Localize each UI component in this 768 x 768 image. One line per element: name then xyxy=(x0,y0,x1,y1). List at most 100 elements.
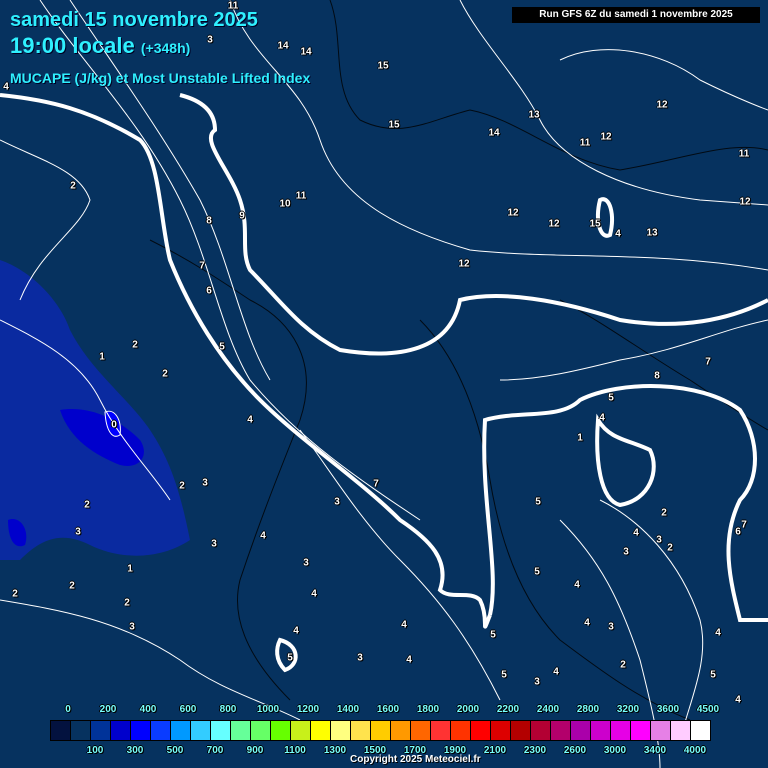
lifted-index-label: 3 xyxy=(129,621,135,633)
legend-swatch xyxy=(591,721,611,740)
lifted-index-label: 3 xyxy=(534,676,540,688)
coastlines-borders xyxy=(149,0,768,721)
lifted-index-label: 4 xyxy=(599,412,605,424)
legend-top-label: 2200 xyxy=(496,704,520,715)
legend-bottom-label: 4000 xyxy=(683,745,707,756)
lifted-index-label: 4 xyxy=(3,81,9,93)
lifted-index-label: 4 xyxy=(584,617,590,629)
parameter-title: MUCAPE (J/kg) et Most Unstable Lifted In… xyxy=(10,70,311,86)
legend-swatch xyxy=(311,721,331,740)
legend-swatch xyxy=(231,721,251,740)
legend-top-label: 1000 xyxy=(256,704,280,715)
legend-top-label: 2000 xyxy=(456,704,480,715)
lifted-index-label: 4 xyxy=(401,619,407,631)
legend-top-label: 2400 xyxy=(536,704,560,715)
lifted-index-label: 0 xyxy=(111,419,117,431)
legend-swatch xyxy=(451,721,471,740)
lifted-index-label: 14 xyxy=(277,40,289,52)
local-time: 19:00 locale xyxy=(10,33,135,58)
lifted-index-label: 5 xyxy=(534,566,540,578)
lifted-index-label: 4 xyxy=(553,666,559,678)
legend-bottom-label: 2300 xyxy=(523,745,547,756)
legend-swatch xyxy=(431,721,451,740)
lifted-index-label: 5 xyxy=(710,669,716,681)
lifted-index-label: 4 xyxy=(406,654,412,666)
legend-top-label: 3200 xyxy=(616,704,640,715)
lifted-index-label: 2 xyxy=(70,180,76,192)
lifted-index-label: 3 xyxy=(202,477,208,489)
legend-top-label: 0 xyxy=(65,704,71,715)
forecast-time: 19:00 locale (+348h) xyxy=(10,33,190,59)
lifted-index-label: 2 xyxy=(124,597,130,609)
legend-swatch xyxy=(471,721,491,740)
copyright: Copyright 2025 Meteociel.fr xyxy=(350,754,481,765)
lifted-index-label: 15 xyxy=(589,218,601,230)
lifted-index-label: 12 xyxy=(739,196,751,208)
lifted-index-label: 4 xyxy=(715,627,721,639)
legend-swatch xyxy=(71,721,91,740)
legend-bottom-label: 1300 xyxy=(323,745,347,756)
legend-swatch xyxy=(511,721,531,740)
legend-top-label: 1600 xyxy=(376,704,400,715)
lifted-index-label: 8 xyxy=(654,370,660,382)
lifted-index-label: 11 xyxy=(579,137,591,149)
lifted-index-label: 10 xyxy=(279,198,291,210)
lifted-index-label: 3 xyxy=(211,538,217,550)
legend-bottom-label: 700 xyxy=(206,745,224,756)
lifted-index-label: 5 xyxy=(501,669,507,681)
lifted-index-label: 4 xyxy=(247,414,253,426)
lifted-index-label: 2 xyxy=(661,507,667,519)
legend-swatch xyxy=(631,721,651,740)
legend-swatch xyxy=(651,721,671,740)
legend-swatch xyxy=(491,721,511,740)
color-legend xyxy=(50,720,711,741)
legend-swatch xyxy=(571,721,591,740)
lifted-index-label: 15 xyxy=(377,60,389,72)
lifted-index-contours xyxy=(0,0,768,768)
legend-swatch xyxy=(251,721,271,740)
legend-bottom-label: 300 xyxy=(126,745,144,756)
legend-bottom-label: 100 xyxy=(86,745,104,756)
lifted-index-label: 2 xyxy=(84,499,90,511)
lifted-index-label: 9 xyxy=(239,210,245,222)
legend-swatch xyxy=(391,721,411,740)
lifted-index-label: 12 xyxy=(600,131,612,143)
run-info: Run GFS 6Z du samedi 1 novembre 2025 xyxy=(512,7,760,23)
lifted-index-label: 3 xyxy=(334,496,340,508)
legend-top-label: 1800 xyxy=(416,704,440,715)
lifted-index-label: 6 xyxy=(735,526,741,538)
lifted-index-label: 2 xyxy=(12,588,18,600)
legend-swatch xyxy=(271,721,291,740)
lifted-index-label: 3 xyxy=(656,534,662,546)
lifted-index-label: 7 xyxy=(741,519,747,531)
legend-top-label: 400 xyxy=(139,704,157,715)
legend-top-label: 800 xyxy=(219,704,237,715)
legend-swatch xyxy=(331,721,351,740)
lifted-index-label: 4 xyxy=(293,625,299,637)
lifted-index-label: 3 xyxy=(608,621,614,633)
lifted-index-label: 2 xyxy=(132,339,138,351)
lifted-index-label: 7 xyxy=(373,478,379,490)
lifted-index-label: 4 xyxy=(260,530,266,542)
lifted-index-label: 1 xyxy=(99,351,105,363)
lifted-index-label: 12 xyxy=(458,258,470,270)
lifted-index-label: 1 xyxy=(127,563,133,575)
legend-swatch xyxy=(371,721,391,740)
legend-bottom-label: 500 xyxy=(166,745,184,756)
legend-bottom-label: 2600 xyxy=(563,745,587,756)
lifted-index-label: 7 xyxy=(705,356,711,368)
lifted-index-label: 1 xyxy=(577,432,583,444)
legend-swatch xyxy=(531,721,551,740)
lifted-index-label: 3 xyxy=(207,34,213,46)
lifted-index-label: 2 xyxy=(667,542,673,554)
legend-swatch xyxy=(151,721,171,740)
legend-top-label: 2800 xyxy=(576,704,600,715)
legend-swatch xyxy=(171,721,191,740)
lifted-index-label: 5 xyxy=(490,629,496,641)
legend-top-label: 600 xyxy=(179,704,197,715)
lifted-index-label: 5 xyxy=(287,652,293,664)
lifted-index-label: 2 xyxy=(69,580,75,592)
lifted-index-label: 3 xyxy=(303,557,309,569)
lifted-index-label: 8 xyxy=(206,215,212,227)
lifted-index-label: 11 xyxy=(295,190,307,202)
